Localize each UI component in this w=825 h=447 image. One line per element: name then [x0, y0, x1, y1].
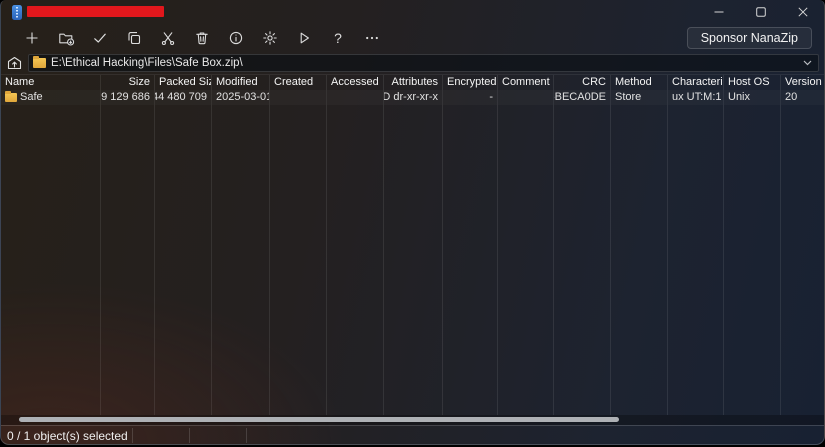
selection-status: 0 / 1 object(s) selected: [1, 429, 128, 443]
maximize-button[interactable]: [740, 0, 782, 24]
column-modified: Modified2025-03-01...: [212, 75, 270, 415]
column-header-host_os[interactable]: Host OS: [724, 75, 780, 90]
cell-comment[interactable]: [498, 90, 553, 105]
cell-characteristics[interactable]: ux UT:M:1: [668, 90, 723, 105]
title-bar: [1, 0, 824, 24]
toolbar: ? Sponsor NanaZip: [1, 24, 824, 52]
cell-text: D dr-xr-xr-x: [384, 90, 438, 105]
status-divider: [246, 428, 247, 443]
cell-method[interactable]: Store: [611, 90, 667, 105]
nanazip-window: ? Sponsor NanaZip E:\Ethical Hacking\Fil…: [0, 0, 825, 445]
cell-text: 144 480 709: [155, 90, 207, 105]
column-header-packed_size[interactable]: Packed Size: [155, 75, 211, 90]
copy-button[interactable]: [117, 25, 151, 51]
cell-text: ux UT:M:1: [672, 90, 722, 105]
column-accessed: Accessed: [327, 75, 384, 415]
column-packed_size: Packed Size144 480 709: [155, 75, 212, 415]
parent-folder-icon: [7, 56, 22, 70]
help-button[interactable]: ?: [321, 25, 355, 51]
column-header-crc[interactable]: CRC: [554, 75, 610, 90]
cell-modified[interactable]: 2025-03-01...: [212, 90, 269, 105]
close-button[interactable]: [782, 0, 824, 24]
extract-button[interactable]: [49, 25, 83, 51]
column-comment: Comment: [498, 75, 554, 415]
minimize-button[interactable]: [698, 0, 740, 24]
cell-text: 259 129 686: [101, 90, 150, 105]
column-header-modified[interactable]: Modified: [212, 75, 269, 90]
column-size: Size259 129 686: [101, 75, 155, 415]
delete-button[interactable]: [185, 25, 219, 51]
cell-text: Unix: [728, 90, 750, 105]
cell-text: 2025-03-01...: [216, 90, 269, 105]
cell-encrypted[interactable]: -: [443, 90, 497, 105]
column-header-name[interactable]: Name: [1, 75, 100, 90]
column-header-version[interactable]: Version: [781, 75, 825, 90]
column-crc: CRC5BECA0DE: [554, 75, 611, 415]
run-button[interactable]: [287, 25, 321, 51]
move-button[interactable]: [151, 25, 185, 51]
cell-text: Store: [615, 90, 641, 105]
column-header-created[interactable]: Created: [270, 75, 326, 90]
options-button[interactable]: [253, 25, 287, 51]
nanazip-app-icon: [12, 5, 22, 20]
cell-accessed[interactable]: [327, 90, 383, 105]
column-characteristics: Characterist...ux UT:M:1: [668, 75, 724, 415]
chevron-down-icon[interactable]: [800, 60, 814, 66]
cell-created[interactable]: [270, 90, 326, 105]
status-divider: [132, 428, 133, 443]
horizontal-scrollbar-thumb[interactable]: [19, 417, 619, 422]
column-header-attributes[interactable]: Attributes: [384, 75, 442, 90]
sponsor-nanazip-button[interactable]: Sponsor NanaZip: [687, 27, 812, 49]
column-name: NameSafe: [1, 75, 101, 415]
cell-text: -: [489, 90, 493, 105]
file-list: NameSafeSize259 129 686Packed Size144 48…: [1, 74, 824, 415]
cell-name[interactable]: Safe: [1, 90, 100, 105]
address-path[interactable]: E:\Ethical Hacking\Files\Safe Box.zip\: [51, 57, 795, 69]
column-header-encrypted[interactable]: Encrypted: [443, 75, 497, 90]
column-version: Version20: [781, 75, 825, 415]
column-encrypted: Encrypted-: [443, 75, 498, 415]
status-divider: [189, 428, 190, 443]
info-button[interactable]: [219, 25, 253, 51]
horizontal-scrollbar[interactable]: [1, 415, 824, 425]
cell-attributes[interactable]: D dr-xr-xr-x: [384, 90, 442, 105]
add-button[interactable]: [15, 25, 49, 51]
more-button[interactable]: [355, 25, 389, 51]
cell-text: 20: [785, 90, 797, 105]
test-button[interactable]: [83, 25, 117, 51]
parent-folder-button[interactable]: [4, 54, 24, 72]
folder-icon: [5, 93, 17, 102]
column-header-characteristics[interactable]: Characterist...: [668, 75, 723, 90]
column-header-size[interactable]: Size: [101, 75, 154, 90]
cell-packed_size[interactable]: 144 480 709: [155, 90, 211, 105]
status-bar: 0 / 1 object(s) selected: [1, 425, 824, 445]
column-header-comment[interactable]: Comment: [498, 75, 553, 90]
cell-text: 5BECA0DE: [554, 90, 606, 105]
cell-crc[interactable]: 5BECA0DE: [554, 90, 610, 105]
cell-host_os[interactable]: Unix: [724, 90, 780, 105]
cell-version[interactable]: 20: [781, 90, 825, 105]
column-header-accessed[interactable]: Accessed: [327, 75, 383, 90]
title-redaction-bar: [27, 6, 164, 17]
column-attributes: AttributesD dr-xr-xr-x: [384, 75, 443, 415]
folder-icon: [33, 58, 46, 68]
address-combo-box[interactable]: E:\Ethical Hacking\Files\Safe Box.zip\: [28, 54, 819, 72]
column-host_os: Host OSUnix: [724, 75, 781, 415]
cell-size[interactable]: 259 129 686: [101, 90, 154, 105]
column-method: MethodStore: [611, 75, 668, 415]
help-glyph: ?: [334, 30, 342, 46]
cell-text: Safe: [20, 90, 43, 105]
address-bar: E:\Ethical Hacking\Files\Safe Box.zip\: [1, 52, 824, 74]
column-header-method[interactable]: Method: [611, 75, 667, 90]
column-created: Created: [270, 75, 327, 415]
